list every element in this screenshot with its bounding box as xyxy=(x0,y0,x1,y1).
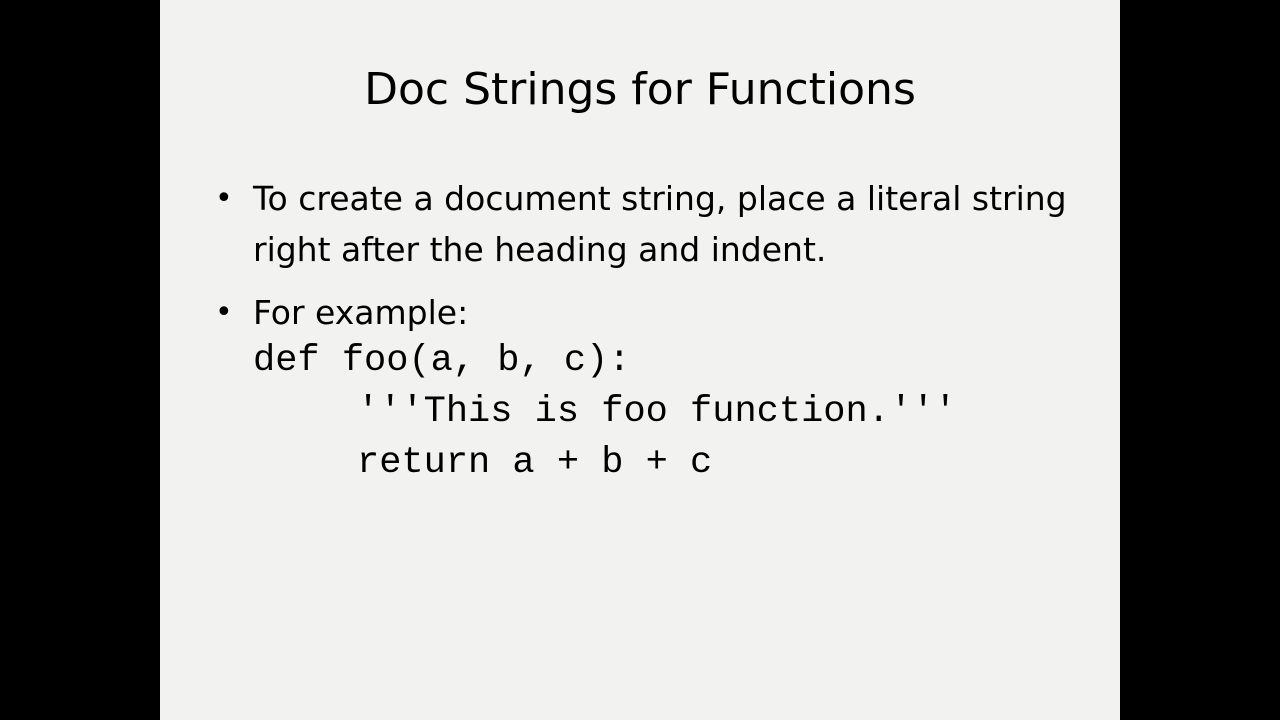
code-example: def foo(a, b, c): '''This is foo functio… xyxy=(253,336,957,489)
presentation-slide: Doc Strings for Functions • To create a … xyxy=(160,0,1120,720)
video-frame: Doc Strings for Functions • To create a … xyxy=(0,0,1280,720)
bullet-marker: • xyxy=(215,295,233,330)
bullet-list: • To create a document string, place a l… xyxy=(215,173,1075,350)
bullet-marker: • xyxy=(215,181,233,216)
code-line-return: return a + b + c xyxy=(357,442,713,484)
slide-title: Doc Strings for Functions xyxy=(364,64,916,115)
bullet-item: • To create a document string, place a l… xyxy=(215,173,1075,275)
bullet-text: For example: xyxy=(253,293,469,332)
code-line-def: def foo(a, b, c): xyxy=(253,340,631,382)
code-line-docstring: '''This is foo function.''' xyxy=(357,391,957,433)
bullet-text: To create a document string, place a lit… xyxy=(253,179,1067,269)
bullet-item: • For example: xyxy=(215,287,1075,338)
